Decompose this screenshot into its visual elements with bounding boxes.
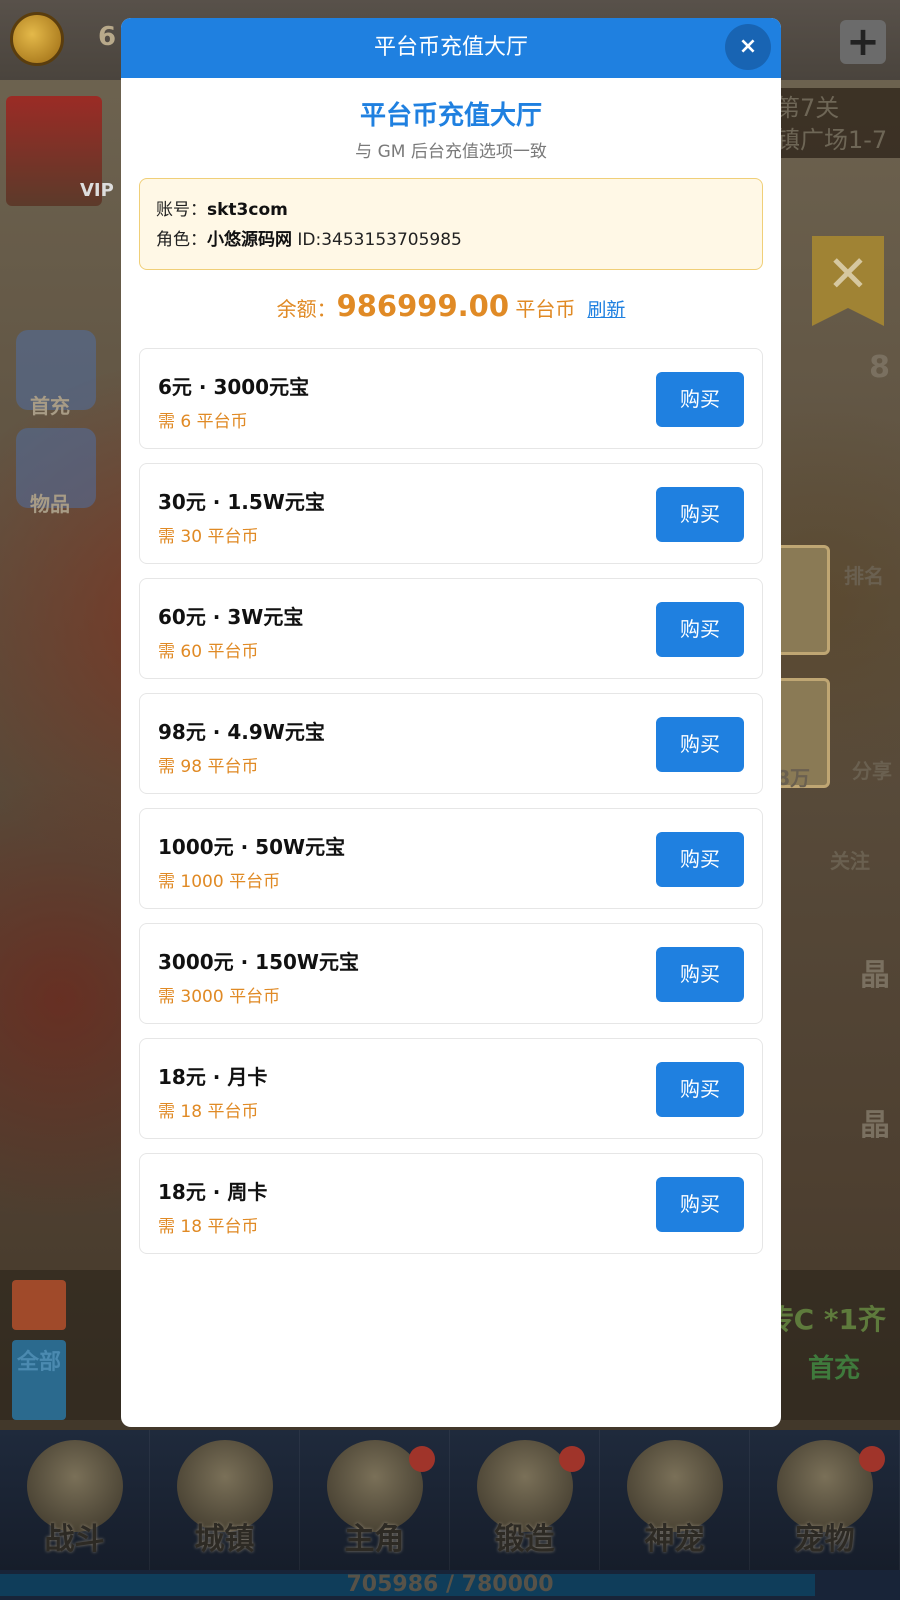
nav-label: 宠物 [794, 1522, 855, 1557]
modal-body: 平台币充值大厅 与 GM 后台充值选项一致 账号：skt3com 角色：小悠源码… [121, 98, 781, 1254]
notification-dot [559, 1446, 585, 1472]
product-price: 需 18 平台币 [158, 1217, 259, 1237]
nav-battle[interactable]: 战斗 [0, 1430, 150, 1570]
activity-text: 传C *1齐 [765, 1303, 886, 1336]
close-flag-icon[interactable]: ✕ [812, 236, 884, 326]
account-label: 账号： [156, 200, 207, 220]
role-label: 角色： [156, 230, 207, 250]
role-line: 角色：小悠源码网 ID:3453153705985 [156, 225, 746, 255]
product-name: 6元 · 3000元宝 [158, 375, 310, 399]
nav-divine-pet[interactable]: 神宠 [600, 1430, 750, 1570]
modal-header-title: 平台币充值大厅 [373, 35, 528, 60]
product-card: 3000元 · 150W元宝 需 3000 平台币 购买 [139, 923, 763, 1024]
buy-button[interactable]: 购买 [656, 832, 744, 887]
account-line: 账号：skt3com [156, 195, 746, 225]
stage-location: 镇广场1-7 [776, 126, 888, 154]
product-card: 98元 · 4.9W元宝 需 98 平台币 购买 [139, 693, 763, 794]
balance-label: 余额： [276, 297, 337, 321]
product-name: 18元 · 月卡 [158, 1065, 268, 1089]
coin-amount: 6 [98, 22, 117, 52]
notification-dot [859, 1446, 885, 1472]
product-name: 3000元 · 150W元宝 [158, 950, 359, 974]
balance-unit: 平台币 [515, 297, 576, 321]
collapse-arrow-icon[interactable] [12, 1280, 66, 1330]
nav-forge[interactable]: 锻造 [450, 1430, 600, 1570]
experience-bar: 705986 / 780000 [0, 1570, 900, 1600]
buy-button[interactable]: 购买 [656, 372, 744, 427]
page-title: 平台币充值大厅 [359, 101, 542, 131]
account-value: skt3com [207, 200, 288, 220]
product-price: 需 1000 平台币 [158, 872, 281, 892]
product-card: 30元 · 1.5W元宝 需 30 平台币 购买 [139, 463, 763, 564]
product-name: 60元 · 3W元宝 [158, 605, 304, 629]
close-button[interactable]: × [725, 24, 771, 70]
nav-label: 神宠 [644, 1522, 705, 1557]
bottom-navigation: 战斗 城镇 主角 锻造 神宠 宠物 [0, 1430, 900, 1570]
product-price: 需 98 平台币 [158, 757, 259, 777]
nav-pet[interactable]: 宠物 [750, 1430, 900, 1570]
nav-town[interactable]: 城镇 [150, 1430, 300, 1570]
balance-value: 986999.00 [336, 289, 510, 323]
follow-label: 关注 [830, 849, 870, 873]
recharge-modal: 平台币充值大厅 × 平台币充值大厅 与 GM 后台充值选项一致 账号：skt3c… [121, 18, 781, 1427]
product-card: 18元 · 周卡 需 18 平台币 购买 [139, 1153, 763, 1254]
product-name: 18元 · 周卡 [158, 1180, 268, 1204]
share-label: 分享 [852, 759, 892, 783]
modal-header: 平台币充值大厅 × [121, 18, 781, 78]
coin-icon [10, 12, 64, 66]
product-price: 需 30 平台币 [158, 527, 259, 547]
refresh-link[interactable]: 刷新 [587, 299, 625, 321]
balance-row: 余额：986999.00 平台币 刷新 [139, 284, 763, 328]
crystal-label-1: 晶 [860, 958, 890, 993]
product-card: 1000元 · 50W元宝 需 1000 平台币 购买 [139, 808, 763, 909]
share-value: 8万 [776, 766, 810, 790]
product-price: 需 60 平台币 [158, 642, 259, 662]
buy-button[interactable]: 购买 [656, 1177, 744, 1232]
product-card: 6元 · 3000元宝 需 6 平台币 购买 [139, 348, 763, 449]
product-price: 需 18 平台币 [158, 1102, 259, 1122]
buy-button[interactable]: 购买 [656, 602, 744, 657]
first-recharge-label: 首充 [30, 394, 70, 418]
buy-button[interactable]: 购买 [656, 487, 744, 542]
product-name: 30元 · 1.5W元宝 [158, 490, 325, 514]
nav-label: 战斗 [44, 1522, 105, 1557]
buy-button[interactable]: 购买 [656, 1062, 744, 1117]
product-name: 98元 · 4.9W元宝 [158, 720, 325, 744]
page-subtitle: 与 GM 后台充值选项一致 [355, 142, 547, 162]
nav-label: 城镇 [194, 1522, 255, 1557]
items-label: 物品 [30, 492, 70, 516]
all-filter-button[interactable]: 全部 [12, 1340, 66, 1420]
role-id: ID:3453153705985 [297, 230, 462, 250]
stage-info: 第7关 镇广场1-7 [770, 88, 900, 158]
nav-label: 主角 [344, 1522, 405, 1557]
crystal-label-2: 晶 [860, 1108, 890, 1143]
ranking-label: 排名 [844, 564, 884, 588]
activity-sub-text: 首充 [807, 1354, 860, 1384]
product-card: 60元 · 3W元宝 需 60 平台币 购买 [139, 578, 763, 679]
buy-button[interactable]: 购买 [656, 717, 744, 772]
nav-label: 锻造 [494, 1522, 555, 1557]
buy-button[interactable]: 购买 [656, 947, 744, 1002]
role-name: 小悠源码网 [207, 230, 292, 250]
stage-level: 第7关 [776, 94, 840, 122]
product-price: 需 3000 平台币 [158, 987, 281, 1007]
account-info-box: 账号：skt3com 角色：小悠源码网 ID:3453153705985 [139, 178, 763, 270]
product-price: 需 6 平台币 [158, 412, 248, 432]
product-list: 6元 · 3000元宝 需 6 平台币 购买 30元 · 1.5W元宝 需 30… [139, 348, 763, 1254]
notification-dot [409, 1446, 435, 1472]
add-currency-button[interactable]: + [840, 20, 886, 64]
side-value: 8 [869, 350, 890, 385]
experience-text: 705986 / 780000 [346, 1572, 554, 1597]
nav-hero[interactable]: 主角 [300, 1430, 450, 1570]
product-name: 1000元 · 50W元宝 [158, 835, 346, 859]
product-card: 18元 · 月卡 需 18 平台币 购买 [139, 1038, 763, 1139]
